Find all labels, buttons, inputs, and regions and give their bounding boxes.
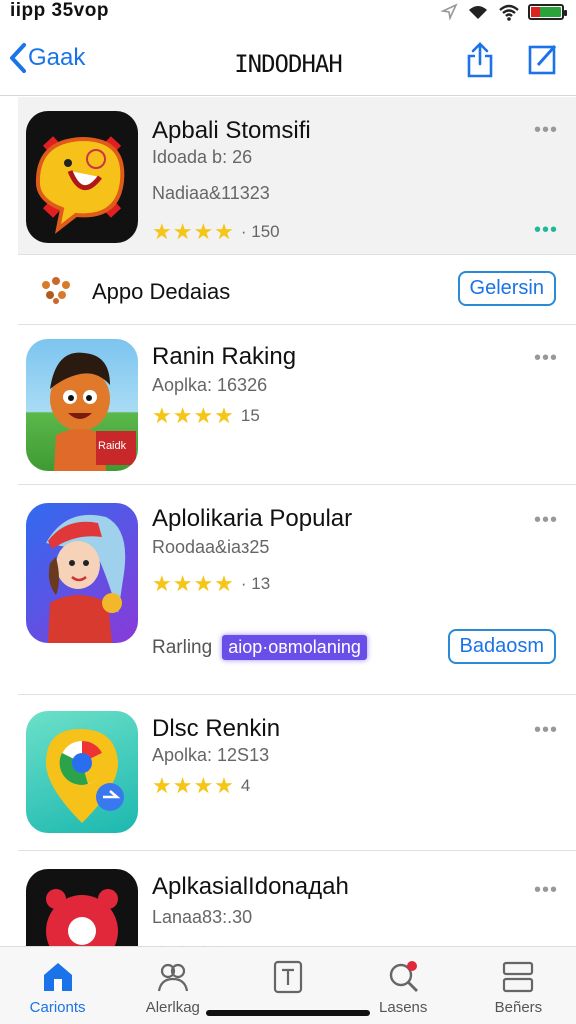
ranking-label: Rarling [152,636,213,658]
see-all-button[interactable]: Gelersin [457,271,556,306]
status-icons [440,2,567,22]
section-title: Appo Dedaias [92,279,231,304]
svg-text:Raidk: Raidk [98,440,127,452]
app-icon [26,503,138,643]
app-rating: ★★★★ · 150 [152,219,280,245]
rating-count: 4 [240,776,251,795]
more-options-icon[interactable]: ••• [534,220,558,240]
app-icon: Raidk [26,339,138,471]
list-item[interactable]: Raidk Ranin Raking Aoplka: 16326 ★★★★ 15… [18,325,576,485]
share-icon[interactable] [466,42,494,78]
nav-bar: Gaak INDODHAH [0,30,576,96]
app-rating: ★★★★ 4 [152,773,250,799]
more-options-icon[interactable]: ••• [534,348,558,368]
rating-count: · 13 [240,574,271,593]
section-header: Appo Dedaias Gelersin [18,255,576,325]
search-icon [390,961,419,992]
tab-label: Beñers [494,999,543,1016]
app-rating: ★★★★ 15 [152,403,260,429]
category-chip[interactable]: aiop·oвmolaning [222,635,367,660]
apps-icon [273,960,303,994]
star-rating: ★★★★ [152,219,235,244]
status-time: iipp 35voр [10,0,109,21]
app-rating: ★★★★ · 13 [152,571,270,597]
download-button[interactable]: Badaosm [447,629,556,664]
home-icon [43,963,72,991]
app-subtitle: Idoada b: 26 [152,147,253,167]
rating-count: 15 [240,406,260,425]
featured-app-icon [26,111,138,243]
app-title: Apbali Stomsifi [152,117,311,144]
battery-icon [528,4,567,20]
tab-label: Alerlkag [145,999,200,1016]
app-subtitle: Apolka: 12S13 [152,745,270,765]
compose-icon[interactable] [528,42,558,76]
location-icon [440,3,458,21]
category-dots-icon [42,277,70,304]
app-subtitle: Roodaa&iaз25 [152,537,270,557]
more-options-icon[interactable]: ••• [534,880,558,900]
list-item[interactable]: Aplolikaria Popular Roodaa&iaз25 ★★★★ · … [18,485,576,695]
rating-count: · 150 [240,222,280,241]
more-options-icon[interactable]: ••• [534,120,558,140]
star-rating: ★★★★ [152,773,235,798]
tab-today[interactable]: Carionts [0,947,115,1024]
layers-icon [503,961,534,993]
app-subtitle: Aoplka: 16326 [152,375,268,395]
app-list: Apbali Stomsifi Idoada b: 26 Nadiaa&1132… [18,97,576,1001]
app-title: Dlsc Renkin [152,715,281,742]
star-rating: ★★★★ [152,403,235,428]
app-icon [26,711,138,833]
tab-label: Lasens [379,999,428,1016]
tab-label: Carionts [29,999,86,1016]
more-options-icon[interactable]: ••• [534,720,558,740]
list-item[interactable]: AplkasialIdonaдah Lanaa83:.30 ★★★★ ••• [18,851,576,1001]
app-meta: Nadiaa&11323 [152,183,270,203]
list-item[interactable]: Dlsc Renkin Apolka: 12S13 ★★★★ 4 ••• [18,695,576,851]
more-options-icon[interactable]: ••• [534,510,558,530]
featured-app-row[interactable]: Apbali Stomsifi Idoada b: 26 Nadiaa&1132… [18,97,576,255]
status-bar: iipp 35voр [0,0,576,24]
people-icon [157,963,188,992]
wifi-icon [499,4,519,21]
home-indicator [206,1010,370,1016]
star-rating: ★★★★ [152,571,235,596]
tab-search[interactable]: Beñers [461,947,576,1024]
app-title: Aplolikaria Popular [152,505,353,532]
app-subtitle: Lanaa83:.30 [152,907,253,927]
app-title: Ranin Raking [152,343,297,370]
app-title: AplkasialIdonaдah [152,873,349,900]
signal-icon [469,6,487,19]
